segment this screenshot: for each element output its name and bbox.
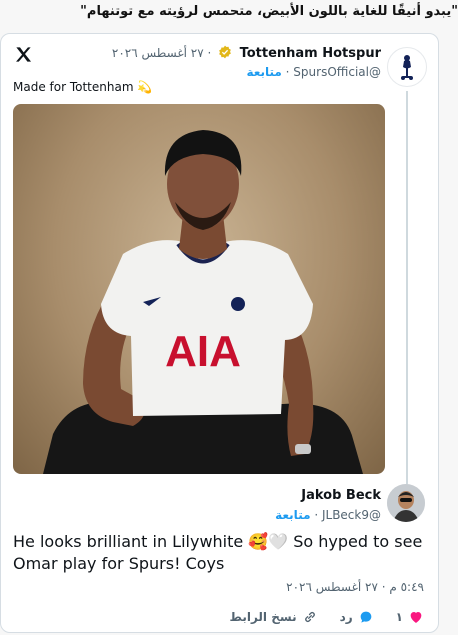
- embedded-tweet-card[interactable]: Tottenham Hotspur · ٢٧ أغسطس ٢٠٢٦ @Spurs…: [0, 33, 439, 633]
- tweet-text-body: Made for Tottenham: [13, 80, 134, 94]
- verified-gold-badge-icon: [219, 45, 232, 59]
- reply-avatar[interactable]: [387, 484, 425, 522]
- follow-link[interactable]: متابعة: [246, 65, 281, 79]
- tweet-date[interactable]: ٢٧ أغسطس ٢٠٢٦: [112, 46, 204, 60]
- reply-timestamp[interactable]: ٥:٤٩ م · ٢٧ أغسطس ٢٠٢٦: [286, 580, 424, 594]
- tweet-photo[interactable]: AIA: [13, 104, 385, 474]
- spurs-cockerel-icon: [401, 55, 413, 80]
- copy-link-button[interactable]: نسخ الرابط: [229, 609, 317, 625]
- copy-link-label: نسخ الرابط: [229, 610, 297, 624]
- reply-author-name[interactable]: Jakob Beck: [301, 488, 381, 503]
- dizzy-emoji: 💫: [137, 80, 153, 94]
- player-photo-illustration: AIA: [43, 130, 363, 474]
- heart-icon: [410, 612, 422, 623]
- reply-follow-link[interactable]: متابعة: [275, 508, 310, 522]
- quote-caption: "يبدو أنيقًا للغاية باللون الأبيض، متحمس…: [80, 4, 458, 19]
- tweet-handle-line: @SpursOfficial · متابعة: [246, 65, 381, 79]
- tweet-author-line: Tottenham Hotspur · ٢٧ أغسطس ٢٠٢٦: [111, 45, 381, 61]
- tweet-handle[interactable]: @SpursOfficial: [293, 65, 381, 79]
- reply-button[interactable]: رد: [340, 609, 374, 625]
- spurs-avatar[interactable]: [387, 47, 427, 87]
- reply-handle-line: @JLBeck9 · متابعة: [275, 508, 381, 522]
- tweet-actions: ١ رد نسخ الرابط: [229, 609, 424, 625]
- link-icon: [304, 612, 315, 622]
- reply-text: He looks brilliant in Lilywhite 🥰🤍 So hy…: [13, 532, 423, 573]
- tweet-author-name[interactable]: Tottenham Hotspur: [240, 46, 381, 61]
- x-logo-icon[interactable]: [14, 45, 33, 64]
- reply-bubble-icon: [360, 611, 372, 623]
- tweet-text: Made for Tottenham 💫: [13, 80, 152, 94]
- like-count: ١: [395, 610, 403, 624]
- thread-connector-line: [406, 91, 408, 511]
- shirt-sponsor-text: AIA: [165, 327, 241, 376]
- like-button[interactable]: ١: [396, 609, 424, 625]
- reply-handle[interactable]: @JLBeck9: [322, 508, 381, 522]
- reply-label: رد: [339, 610, 353, 624]
- reply-avatar-illustration: [387, 484, 425, 522]
